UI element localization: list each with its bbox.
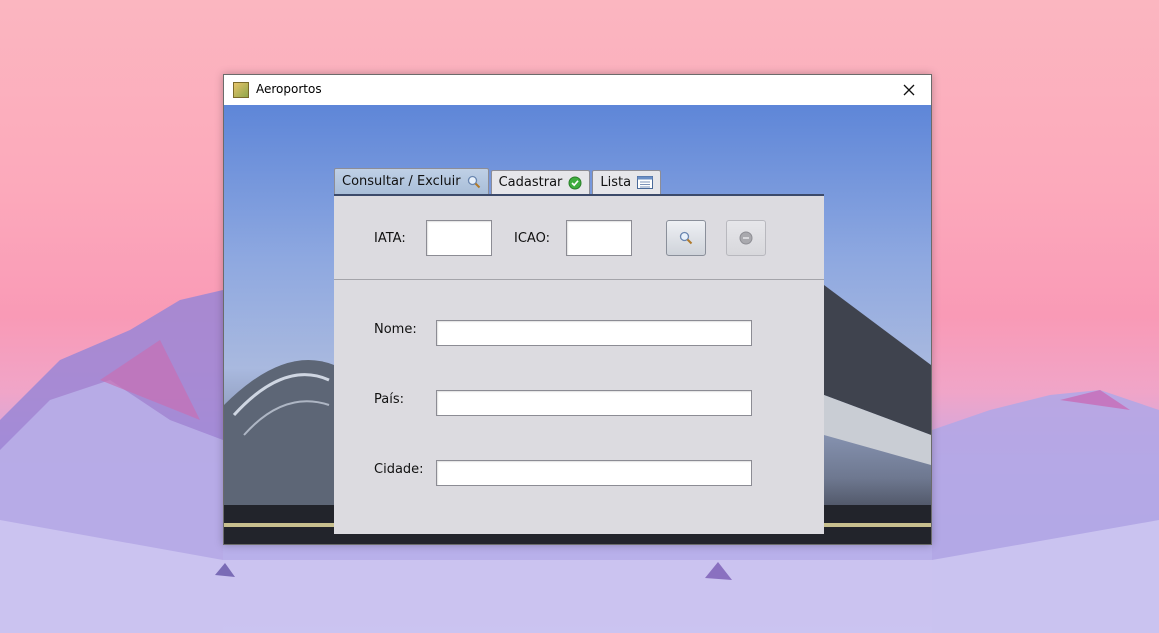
nome-field[interactable]: [436, 320, 752, 346]
magnifier-icon: [679, 231, 693, 245]
tab-label: Lista: [600, 175, 632, 190]
airport-background-image: Consultar / Excluir Cadastrar Lista IATA…: [224, 105, 931, 544]
app-icon: [233, 82, 249, 98]
nome-label: Nome:: [374, 322, 417, 337]
search-button[interactable]: [666, 220, 706, 256]
title-bar[interactable]: Aeroportos: [224, 75, 931, 105]
delete-button[interactable]: [726, 220, 766, 256]
cidade-field[interactable]: [436, 460, 752, 486]
list-window-icon: [637, 176, 654, 189]
magnifier-icon: [467, 175, 480, 188]
tab-bar: Consultar / Excluir Cadastrar Lista: [334, 168, 663, 194]
tab-cadastrar[interactable]: Cadastrar: [490, 170, 591, 194]
app-window: Aeroportos Consultar / Excluir Cadastrar…: [223, 74, 932, 545]
pais-label: País:: [374, 392, 404, 407]
iata-label: IATA:: [374, 231, 406, 246]
tab-label: Cadastrar: [498, 175, 563, 190]
cidade-label: Cidade:: [374, 462, 424, 477]
pais-field[interactable]: [436, 390, 752, 416]
minus-circle-icon: [739, 231, 753, 245]
icao-input[interactable]: [566, 220, 632, 256]
close-icon: [903, 84, 915, 96]
consultar-panel: IATA: ICAO: Nome: País: Cidade:: [334, 194, 824, 534]
iata-input[interactable]: [426, 220, 492, 256]
section-divider: [334, 279, 824, 280]
tab-lista[interactable]: Lista: [592, 170, 662, 194]
icao-label: ICAO:: [514, 231, 550, 246]
window-title: Aeroportos: [256, 82, 322, 96]
tab-label: Consultar / Excluir: [342, 174, 461, 189]
tab-consultar-excluir[interactable]: Consultar / Excluir: [334, 168, 489, 194]
check-circle-icon: [568, 176, 582, 189]
close-button[interactable]: [887, 75, 931, 105]
